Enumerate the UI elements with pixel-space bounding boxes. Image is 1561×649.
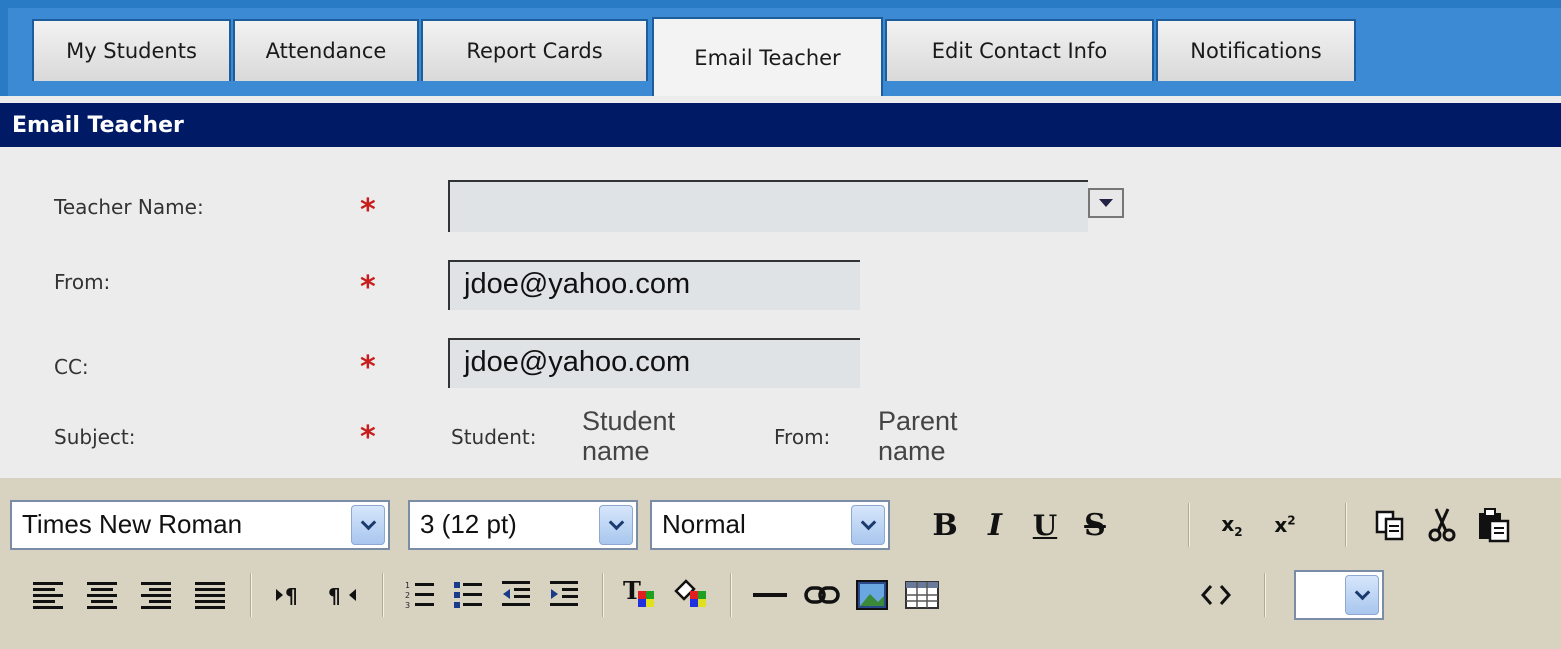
- tab-email-teacher[interactable]: Email Teacher: [652, 17, 883, 96]
- tab-report-cards[interactable]: Report Cards: [421, 19, 648, 81]
- required-marker: *: [360, 193, 376, 228]
- text-color-icon: T: [623, 577, 654, 607]
- tab-bar: My Students Attendance Report Cards Emai…: [0, 0, 1561, 96]
- strikethrough-button[interactable]: S: [1075, 503, 1115, 547]
- background-color-button[interactable]: [670, 573, 710, 617]
- indent-button[interactable]: [544, 573, 584, 617]
- font-family-value: Times New Roman: [22, 509, 243, 539]
- svg-text:1: 1: [405, 581, 410, 590]
- ordered-list-button[interactable]: 123: [400, 573, 440, 617]
- cc-label: CC:: [54, 355, 89, 379]
- chevron-down-icon[interactable]: [599, 505, 633, 545]
- horizontal-rule-button[interactable]: [750, 573, 790, 617]
- underline-button[interactable]: U: [1025, 503, 1065, 547]
- chevron-down-icon[interactable]: [851, 505, 885, 545]
- paste-icon: [1479, 508, 1510, 543]
- required-marker: *: [360, 270, 376, 305]
- chevron-down-icon[interactable]: [351, 505, 385, 545]
- copy-button[interactable]: [1370, 503, 1410, 547]
- align-center-button[interactable]: [82, 573, 122, 617]
- bold-button[interactable]: B: [925, 503, 965, 547]
- toolbar-separator: [602, 573, 604, 617]
- cut-button[interactable]: [1422, 503, 1462, 547]
- align-left-icon: [33, 581, 63, 609]
- align-justify-button[interactable]: [190, 573, 230, 617]
- scissors-icon: [1428, 508, 1456, 542]
- toolbar-separator: [1264, 573, 1266, 617]
- teacher-select[interactable]: [448, 180, 1146, 232]
- superscript-icon: x2: [1274, 513, 1296, 537]
- italic-button[interactable]: I: [975, 503, 1015, 547]
- outdent-button[interactable]: [496, 573, 536, 617]
- align-center-icon: [87, 581, 117, 609]
- rtl-icon: ¶: [328, 584, 356, 608]
- html-source-button[interactable]: [1196, 573, 1236, 617]
- teacher-select-dropdown-button[interactable]: [1088, 188, 1124, 218]
- ltr-button[interactable]: ¶: [270, 573, 310, 617]
- paste-button[interactable]: [1474, 503, 1514, 547]
- fill-color-icon: [674, 579, 706, 607]
- cc-field[interactable]: jdoe@yahoo.com: [448, 338, 860, 388]
- svg-text:¶: ¶: [328, 584, 341, 608]
- link-button[interactable]: [802, 573, 842, 617]
- toolbar-separator: [1188, 503, 1190, 547]
- text-color-button[interactable]: T: [620, 573, 660, 617]
- from-label: From:: [54, 270, 111, 294]
- link-icon: [804, 586, 840, 604]
- align-right-button[interactable]: [136, 573, 176, 617]
- subject-student-value: Student name: [582, 406, 676, 466]
- paragraph-style-select[interactable]: Normal: [650, 500, 890, 550]
- subject-from-label: From:: [774, 425, 831, 449]
- insert-table-button[interactable]: [902, 573, 942, 617]
- toolbar-separator: [382, 573, 384, 617]
- svg-text:¶: ¶: [285, 584, 298, 608]
- subscript-icon: x2: [1221, 511, 1243, 539]
- font-size-value: 3 (12 pt): [420, 509, 517, 539]
- bullet-list-button[interactable]: [448, 573, 488, 617]
- indent-icon: [550, 581, 578, 606]
- tab-my-students[interactable]: My Students: [32, 19, 231, 81]
- outdent-icon: [502, 581, 530, 606]
- table-icon: [905, 581, 939, 609]
- toolbar-separator: [1345, 503, 1347, 547]
- font-size-select[interactable]: 3 (12 pt): [408, 500, 638, 550]
- chevron-down-icon[interactable]: [1345, 575, 1379, 615]
- horizontal-rule-icon: [753, 593, 787, 597]
- bullet-list-icon: [454, 582, 482, 608]
- code-icon: [1201, 585, 1231, 605]
- image-icon: [856, 580, 888, 610]
- subject-student-label: Student:: [451, 425, 537, 449]
- chevron-down-icon: [1099, 199, 1113, 207]
- from-field[interactable]: jdoe@yahoo.com: [448, 260, 860, 310]
- tab-notifications[interactable]: Notifications: [1156, 19, 1356, 81]
- subject-label: Subject:: [54, 425, 136, 449]
- copy-icon: [1375, 510, 1404, 541]
- paragraph-style-value: Normal: [662, 509, 746, 539]
- subscript-button[interactable]: x2: [1212, 503, 1252, 547]
- required-marker: *: [360, 420, 376, 455]
- teacher-name-label: Teacher Name:: [54, 195, 204, 219]
- align-justify-icon: [195, 581, 225, 609]
- teacher-select-field[interactable]: [448, 180, 1088, 232]
- section-title: Email Teacher: [0, 103, 1561, 147]
- rtl-button[interactable]: ¶: [322, 573, 362, 617]
- required-marker: *: [360, 350, 376, 385]
- align-right-icon: [141, 581, 171, 609]
- svg-text:3: 3: [405, 601, 410, 610]
- ordered-list-icon: 123: [405, 581, 434, 610]
- ltr-icon: ¶: [276, 584, 298, 608]
- color-select[interactable]: [1294, 570, 1384, 620]
- toolbar-separator: [250, 573, 252, 617]
- svg-text:2: 2: [405, 591, 410, 600]
- insert-image-button[interactable]: [852, 573, 892, 617]
- superscript-button[interactable]: x2: [1265, 503, 1305, 547]
- tab-attendance[interactable]: Attendance: [233, 19, 419, 81]
- subject-from-value: Parent name: [878, 406, 958, 466]
- toolbar-separator: [730, 573, 732, 617]
- tab-edit-contact-info[interactable]: Edit Contact Info: [885, 19, 1154, 81]
- align-left-button[interactable]: [28, 573, 68, 617]
- font-family-select[interactable]: Times New Roman: [10, 500, 390, 550]
